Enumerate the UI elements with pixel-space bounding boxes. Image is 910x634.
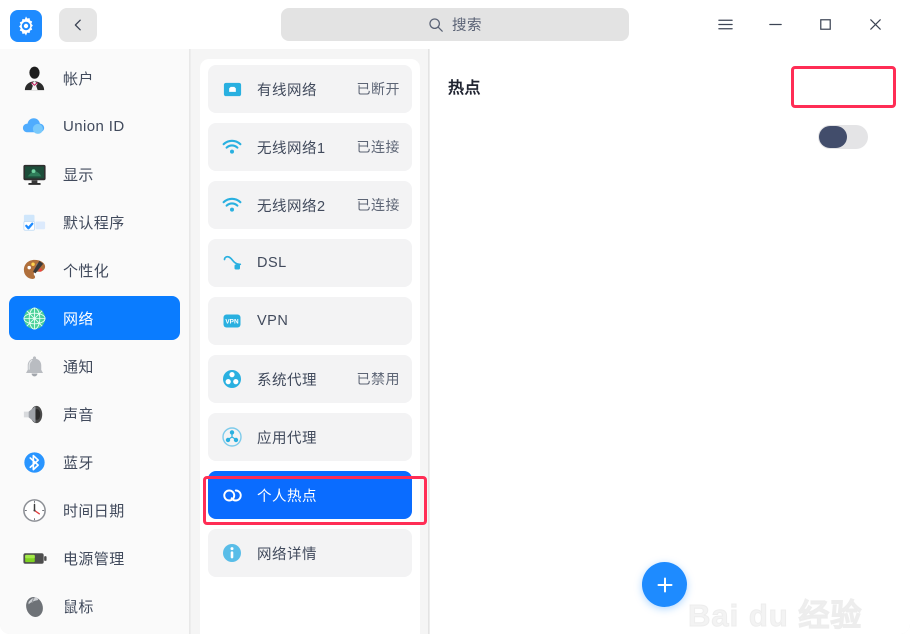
list-item-label: 无线网络2 xyxy=(257,198,326,215)
personalize-icon xyxy=(19,255,49,285)
system-proxy-icon xyxy=(220,367,244,391)
list-item-system-proxy[interactable]: 系统代理 已禁用 xyxy=(208,355,412,403)
sidebar-item-label: Union ID xyxy=(63,117,125,135)
sidebar-item-label: 电源管理 xyxy=(63,550,125,568)
window-controls xyxy=(700,8,900,41)
body-area: 帐户 Union ID 显示 默认程序 个性化 网络 通知 声音 蓝牙 时间日期… xyxy=(0,49,910,634)
sidebar-item-sound[interactable]: 声音 xyxy=(9,392,180,436)
list-item-label: VPN xyxy=(257,313,289,329)
page-title: 热点 xyxy=(448,80,482,97)
list-item-wireless-network-1[interactable]: 无线网络1 已连接 xyxy=(208,123,412,171)
mouse-icon xyxy=(19,591,49,621)
list-item-label: DSL xyxy=(257,255,287,271)
sidebar-item-label: 鼠标 xyxy=(63,598,94,616)
content-panel: 热点 Bai du 经验 jingyan.baidu.com xyxy=(430,49,910,634)
list-item-app-proxy[interactable]: 应用代理 xyxy=(208,413,412,461)
sidebar-item-label: 帐户 xyxy=(63,70,94,88)
titlebar: 搜索 xyxy=(0,0,910,49)
list-item-status: 已连接 xyxy=(356,197,400,213)
sidebar-item-personalize[interactable]: 个性化 xyxy=(9,248,180,292)
wifi-icon xyxy=(220,135,244,159)
list-item-label: 有线网络 xyxy=(257,82,317,99)
list-item-label: 系统代理 xyxy=(257,372,317,389)
sidebar-list: 帐户 Union ID 显示 默认程序 个性化 网络 通知 声音 蓝牙 时间日期… xyxy=(0,49,189,628)
sidebar-item-label: 默认程序 xyxy=(63,214,125,232)
sidebar: 帐户 Union ID 显示 默认程序 个性化 网络 通知 声音 蓝牙 时间日期… xyxy=(0,49,190,634)
plus-icon xyxy=(657,577,672,592)
settings-gear-icon xyxy=(10,10,42,42)
network-list-panel: 有线网络 已断开 无线网络1 已连接 无线网络2 已连接 DSL VPN VPN… xyxy=(191,49,429,634)
dsl-icon xyxy=(220,251,244,275)
cloud-icon xyxy=(19,111,49,141)
list-item-label: 个人热点 xyxy=(257,488,317,505)
close-icon[interactable] xyxy=(850,8,900,41)
search-placeholder-text: 搜索 xyxy=(452,18,482,34)
watermark-top-text: Bai du 经验 xyxy=(688,598,863,633)
toggle-knob xyxy=(819,126,847,148)
add-hotspot-button[interactable] xyxy=(642,562,687,607)
default-apps-icon xyxy=(19,207,49,237)
list-item-label: 应用代理 xyxy=(257,430,317,447)
bluetooth-icon xyxy=(19,447,49,477)
svg-text:VPN: VPN xyxy=(225,318,239,325)
wired-network-icon xyxy=(220,77,244,101)
list-item-label: 无线网络1 xyxy=(257,140,326,157)
list-item-wired-network[interactable]: 有线网络 已断开 xyxy=(208,65,412,113)
account-icon xyxy=(19,63,49,93)
sidebar-item-label: 时间日期 xyxy=(63,502,125,520)
sidebar-item-account[interactable]: 帐户 xyxy=(9,56,180,100)
bell-icon xyxy=(19,351,49,381)
hamburger-menu-icon[interactable] xyxy=(700,8,750,41)
sidebar-item-mouse[interactable]: 鼠标 xyxy=(9,584,180,628)
list-item-label: 网络详情 xyxy=(257,546,317,563)
sidebar-item-notification[interactable]: 通知 xyxy=(9,344,180,388)
list-item-status: 已断开 xyxy=(356,81,400,97)
sidebar-item-label: 蓝牙 xyxy=(63,454,94,472)
sidebar-item-network[interactable]: 网络 xyxy=(9,296,180,340)
list-item-status: 已禁用 xyxy=(356,371,400,387)
sidebar-item-bluetooth[interactable]: 蓝牙 xyxy=(9,440,180,484)
search-input[interactable]: 搜索 xyxy=(281,8,629,41)
settings-window: 搜索 帐户 Union ID 显示 默认程序 个性化 网络 通知 声音 蓝牙 时… xyxy=(0,0,910,634)
sidebar-item-label: 通知 xyxy=(63,358,94,376)
display-icon xyxy=(19,159,49,189)
list-item-network-details[interactable]: 网络详情 xyxy=(208,529,412,577)
list-item-dsl[interactable]: DSL xyxy=(208,239,412,287)
list-item-vpn[interactable]: VPN VPN xyxy=(208,297,412,345)
sidebar-item-display[interactable]: 显示 xyxy=(9,152,180,196)
info-icon xyxy=(220,541,244,565)
search-icon xyxy=(429,17,443,32)
sidebar-item-union-id[interactable]: Union ID xyxy=(9,104,180,148)
sidebar-item-label: 声音 xyxy=(63,406,94,424)
back-button[interactable] xyxy=(59,8,97,42)
sidebar-item-default-apps[interactable]: 默认程序 xyxy=(9,200,180,244)
sidebar-item-datetime[interactable]: 时间日期 xyxy=(9,488,180,532)
battery-icon xyxy=(19,543,49,573)
sidebar-item-label: 显示 xyxy=(63,166,94,184)
list-item-status: 已连接 xyxy=(356,139,400,155)
list-item-wireless-network-2[interactable]: 无线网络2 已连接 xyxy=(208,181,412,229)
clock-icon xyxy=(19,495,49,525)
sidebar-item-label: 网络 xyxy=(63,310,94,328)
network-icon xyxy=(19,303,49,333)
sidebar-item-power[interactable]: 电源管理 xyxy=(9,536,180,580)
app-proxy-icon xyxy=(220,425,244,449)
list-item-personal-hotspot[interactable]: 个人热点 xyxy=(208,471,412,519)
vpn-icon: VPN xyxy=(220,309,244,333)
network-list: 有线网络 已断开 无线网络1 已连接 无线网络2 已连接 DSL VPN VPN… xyxy=(200,59,420,634)
minimize-icon[interactable] xyxy=(750,8,800,41)
wifi-icon xyxy=(220,193,244,217)
speaker-icon xyxy=(19,399,49,429)
watermark: Bai du 经验 jingyan.baidu.com xyxy=(688,598,908,634)
hotspot-icon xyxy=(220,483,244,507)
sidebar-item-label: 个性化 xyxy=(63,262,110,280)
maximize-icon[interactable] xyxy=(800,8,850,41)
hotspot-toggle[interactable] xyxy=(818,125,868,149)
chevron-left-icon xyxy=(74,19,81,31)
